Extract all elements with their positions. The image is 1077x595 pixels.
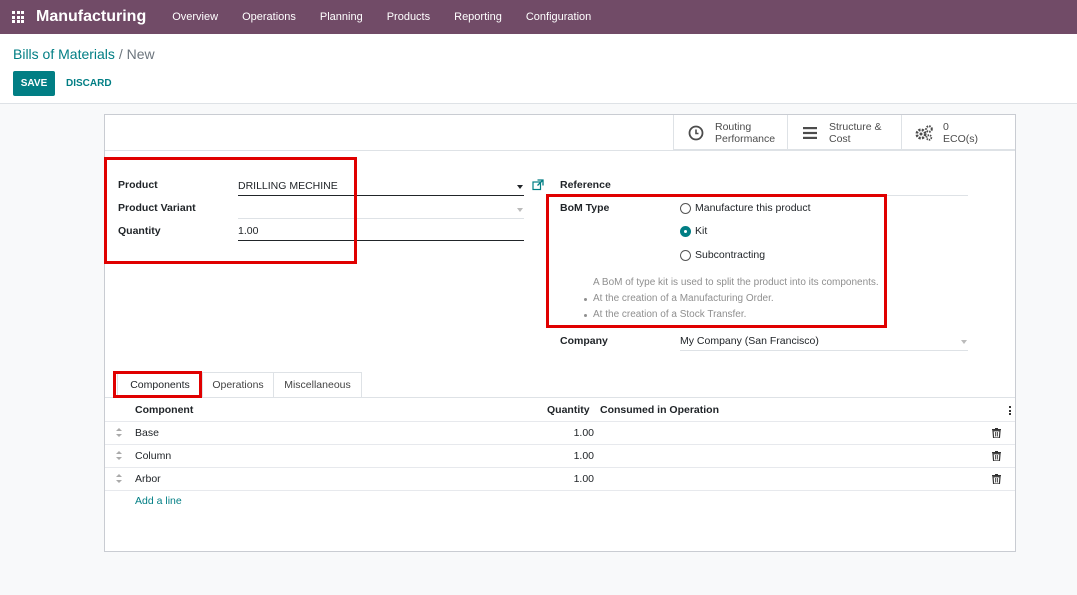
product-field[interactable]: DRILLING MECHINE — [238, 180, 338, 192]
variant-field-underline — [238, 218, 524, 219]
tab-miscellaneous[interactable]: Miscellaneous — [273, 372, 362, 397]
breadcrumb-current: New — [126, 46, 155, 62]
radio-manufacture-label[interactable]: Manufacture this product — [695, 202, 811, 214]
row-divider — [105, 444, 1015, 445]
smart-button-box: Routing Performance Structure & Cost 0 ECO(… — [673, 115, 1015, 150]
trash-icon[interactable] — [992, 451, 1001, 462]
bom-type-label: BoM Type — [560, 202, 610, 214]
row-divider — [105, 467, 1015, 468]
bom-type-help-text: A BoM of type kit is used to split the p… — [593, 277, 879, 288]
component-cell[interactable]: Arbor — [135, 473, 161, 485]
row-divider — [105, 490, 1015, 491]
discard-button[interactable]: DISCARD — [62, 71, 116, 96]
help-bullet — [584, 314, 587, 317]
quantity-cell[interactable]: 1.00 — [534, 450, 594, 462]
apps-menu-icon[interactable] — [0, 0, 36, 34]
notebook-tabs: Components Operations Miscellaneous — [117, 372, 362, 397]
quantity-field-underline — [238, 240, 524, 241]
drag-handle-icon[interactable] — [116, 451, 122, 460]
tab-components[interactable]: Components — [117, 372, 203, 397]
gears-icon — [914, 123, 934, 143]
structure-line2: Cost — [829, 132, 851, 145]
column-header-component[interactable]: Component — [135, 404, 193, 416]
optional-columns-icon[interactable] — [1009, 406, 1011, 415]
radio-manufacture[interactable] — [680, 203, 691, 214]
eco-button[interactable]: 0 ECO(s) — [901, 115, 1015, 150]
top-navbar: Manufacturing Overview Operations Planni… — [0, 0, 1077, 34]
form-sheet: Routing Performance Structure & Cost 0 ECO(… — [104, 114, 1016, 552]
company-label: Company — [560, 335, 608, 347]
radio-kit-label[interactable]: Kit — [695, 225, 707, 237]
quantity-label: Quantity — [118, 225, 161, 237]
menu-configuration[interactable]: Configuration — [514, 0, 603, 34]
company-field[interactable]: My Company (San Francisco) — [680, 335, 819, 347]
menu-operations[interactable]: Operations — [230, 0, 308, 34]
add-a-line-link[interactable]: Add a line — [135, 495, 182, 507]
menu-planning[interactable]: Planning — [308, 0, 375, 34]
component-cell[interactable]: Column — [135, 450, 171, 462]
eco-count: 0 — [943, 120, 949, 133]
help-bullet — [584, 298, 587, 301]
header-row-divider — [105, 421, 1015, 422]
bom-type-help-mo: At the creation of a Manufacturing Order… — [593, 293, 774, 304]
drag-handle-icon[interactable] — [116, 474, 122, 483]
quantity-field[interactable]: 1.00 — [238, 225, 258, 237]
routing-performance-button[interactable]: Routing Performance — [673, 115, 787, 150]
menu-overview[interactable]: Overview — [160, 0, 230, 34]
drag-handle-icon[interactable] — [116, 428, 122, 437]
company-field-underline — [680, 350, 968, 351]
menu-products[interactable]: Products — [375, 0, 442, 34]
variant-dropdown-caret[interactable] — [517, 208, 523, 212]
tabs-divider — [105, 397, 1015, 398]
product-label: Product — [118, 179, 158, 191]
control-panel: Bills of Materials / New SAVE DISCARD — [0, 34, 1077, 104]
trash-icon[interactable] — [992, 428, 1001, 439]
structure-cost-button[interactable]: Structure & Cost — [787, 115, 901, 150]
radio-subcontracting-label[interactable]: Subcontracting — [695, 249, 765, 261]
highlight-bom-type — [546, 194, 887, 328]
quantity-cell[interactable]: 1.00 — [534, 427, 594, 439]
tab-operations[interactable]: Operations — [202, 372, 274, 397]
routing-line1: Routing — [715, 120, 752, 133]
quantity-cell[interactable]: 1.00 — [534, 473, 594, 485]
save-button[interactable]: SAVE — [13, 71, 55, 96]
product-field-underline — [238, 195, 524, 196]
routing-line2: Performance — [715, 132, 776, 145]
bars-icon — [800, 123, 820, 143]
clock-icon — [686, 123, 706, 143]
trash-icon[interactable] — [992, 474, 1001, 485]
component-cell[interactable]: Base — [135, 427, 159, 439]
column-header-quantity[interactable]: Quantity — [547, 404, 590, 416]
header-divider — [105, 150, 1015, 151]
breadcrumb: Bills of Materials / New — [13, 46, 155, 62]
bom-type-help-transfer: At the creation of a Stock Transfer. — [593, 309, 747, 320]
eco-label: ECO(s) — [943, 132, 978, 145]
reference-field-underline — [680, 195, 968, 196]
product-variant-label: Product Variant — [118, 202, 196, 214]
breadcrumb-separator: / — [118, 46, 123, 62]
column-header-consumed[interactable]: Consumed in Operation — [600, 404, 719, 416]
product-dropdown-caret[interactable] — [517, 185, 523, 189]
app-name[interactable]: Manufacturing — [36, 8, 146, 26]
menu-reporting[interactable]: Reporting — [442, 0, 514, 34]
structure-line1: Structure & — [829, 120, 882, 133]
external-link-icon[interactable] — [532, 179, 544, 191]
radio-kit[interactable] — [680, 226, 691, 237]
radio-subcontracting[interactable] — [680, 250, 691, 261]
breadcrumb-bills-of-materials[interactable]: Bills of Materials — [13, 46, 115, 62]
company-dropdown-caret[interactable] — [961, 340, 967, 344]
reference-label: Reference — [560, 179, 611, 191]
